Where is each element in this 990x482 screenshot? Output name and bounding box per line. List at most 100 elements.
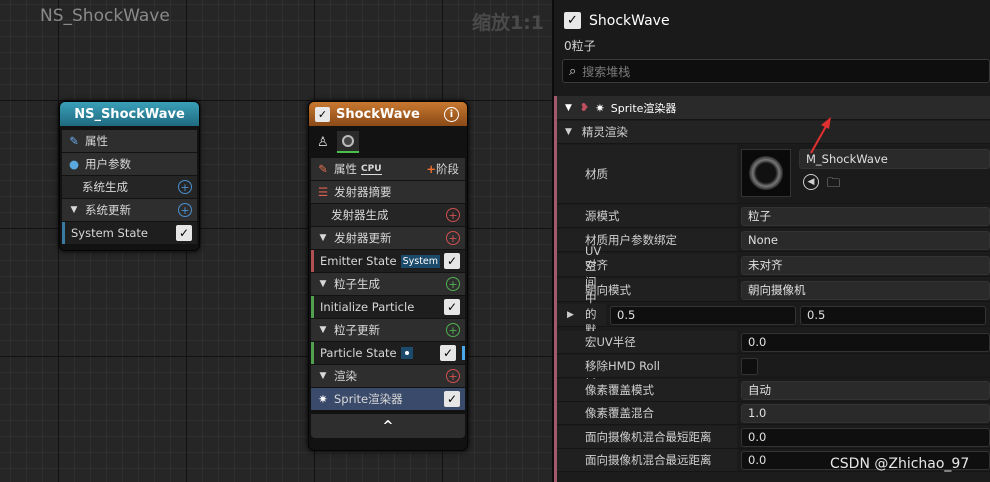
property-value-field[interactable]: 1.0	[741, 403, 990, 423]
blue-marker	[462, 346, 465, 360]
property-label: UV空间中的默认轴点	[557, 244, 606, 385]
collapse-button[interactable]: ^	[311, 414, 465, 438]
property-row: 对齐 未对齐	[557, 254, 990, 277]
material-thumbnail[interactable]	[741, 149, 791, 197]
emitter-spawn-row[interactable]: 发射器生成 +	[311, 204, 465, 226]
details-stack: ▼ ❥ ✷ Sprite渲染器 ▼ 精灵渲染 材质 M_ShockWave ◀ …	[554, 96, 990, 482]
property-value-field[interactable]: 朝向摄像机	[741, 280, 990, 300]
add-module-icon[interactable]: +	[446, 231, 460, 245]
emitter-thumbnail-bar: ♙	[309, 126, 467, 158]
initialize-particle-module[interactable]: Initialize Particle ✓	[311, 296, 465, 318]
chevron-up-icon: ^	[382, 418, 394, 434]
red-arrow-annotation	[810, 117, 831, 154]
emitter-node-header[interactable]: ✓ ShockWave i	[309, 102, 467, 126]
particle-update-label: 粒子更新	[334, 323, 380, 337]
property-label: 像素覆盖混合	[557, 402, 737, 424]
particle-spawn-row[interactable]: ▼ 粒子生成 +	[311, 273, 465, 295]
property-row: 像素覆盖混合 1.0	[557, 402, 990, 425]
pivot-v-field[interactable]: 0.5	[800, 305, 986, 325]
material-label: 材质	[557, 145, 737, 203]
add-module-icon[interactable]: +	[446, 277, 460, 291]
emitter-summary-row[interactable]: ☰ 发射器摘要	[311, 181, 465, 203]
particle-state-checkbox[interactable]: ✓	[440, 345, 456, 361]
user-params-label: 用户参数	[85, 157, 131, 171]
system-tag: System	[400, 254, 441, 268]
property-value-field[interactable]: 未对齐	[741, 255, 990, 275]
system-update-row[interactable]: ▼ 系统更新 +	[62, 199, 197, 221]
emitter-properties-row[interactable]: ✎ 属性 CPU +阶段	[311, 158, 465, 180]
chevron-down-icon[interactable]: ▼	[317, 233, 329, 243]
emitter-thumbnail[interactable]	[336, 131, 359, 153]
add-module-icon[interactable]: +	[446, 208, 460, 222]
property-value-field[interactable]: 粒子	[741, 206, 990, 226]
info-icon[interactable]: i	[444, 107, 459, 122]
property-row: UV空间中的默认轴点0.50.5▶	[557, 244, 990, 385]
property-row: 朝向模式 朝向摄像机	[557, 279, 990, 302]
section-header[interactable]: ▼ ❥ ✷ Sprite渲染器	[557, 96, 990, 120]
system-properties-label: 属性	[85, 134, 108, 148]
zoom-indicator: 缩放1:1	[471, 12, 544, 34]
user-params-row[interactable]: ● 用户参数	[62, 153, 197, 175]
pivot-u-field[interactable]: 0.5	[610, 305, 796, 325]
sprite-renderer-module[interactable]: ✷ Sprite渲染器 ✓	[311, 388, 465, 410]
emitter-update-row[interactable]: ▼ 发射器更新 +	[311, 227, 465, 249]
chevron-down-icon[interactable]: ▼	[317, 371, 329, 381]
chevron-down-icon[interactable]: ▼	[68, 205, 80, 215]
property-value-field[interactable]: 自动	[741, 380, 990, 400]
system-node-header[interactable]: NS_ShockWave	[60, 102, 199, 126]
list-icon: ☰	[317, 185, 329, 199]
pencil-icon: ✎	[69, 134, 79, 148]
emitter-enabled-checkbox[interactable]: ✓	[315, 106, 330, 122]
render-label: 渲染	[334, 369, 357, 383]
property-label: 宏UV半径	[557, 331, 737, 353]
emitter-properties-icon[interactable]: ♙	[317, 135, 329, 150]
particle-state-module[interactable]: Particle State ✓	[311, 342, 465, 364]
add-module-icon[interactable]: +	[446, 369, 460, 383]
property-value-field[interactable]: None	[741, 230, 990, 250]
add-module-icon[interactable]: +	[178, 203, 192, 217]
add-module-icon[interactable]: +	[178, 180, 192, 194]
property-label: 移除HMD Roll	[557, 355, 737, 377]
property-label: 源模式	[557, 205, 737, 227]
sprite-renderer-checkbox[interactable]: ✓	[444, 391, 460, 407]
system-node[interactable]: NS_ShockWave ✎ 属性 ● 用户参数 系统生成 + ▼ 系统更新 +…	[59, 101, 200, 251]
user-icon: ●	[68, 157, 80, 171]
watermark: CSDN @Zhichao_97	[830, 456, 970, 472]
use-selected-icon[interactable]: ◀	[803, 174, 819, 190]
pencil-icon: ✎	[318, 162, 328, 176]
emitter-node[interactable]: ✓ ShockWave i ♙ ✎ 属性 CPU +阶段 ☰ 发射器摘要 发射器…	[308, 101, 468, 451]
emitter-summary-label: 发射器摘要	[334, 185, 392, 199]
chevron-down-icon[interactable]: ▼	[565, 103, 572, 113]
chevron-down-icon[interactable]: ▼	[317, 279, 329, 289]
chevron-down-icon[interactable]: ▼	[317, 325, 329, 335]
add-module-icon[interactable]: +	[446, 323, 460, 337]
property-value-field[interactable]: 0.0	[741, 332, 990, 352]
system-properties-row[interactable]: ✎ 属性	[62, 130, 197, 152]
property-value-field[interactable]: 0.0	[741, 427, 990, 447]
search-placeholder: 搜索堆栈	[582, 64, 631, 79]
sparkle-icon: ✷	[595, 100, 605, 115]
property-row: 面向摄像机混合最短距离 0.0	[557, 426, 990, 449]
particle-update-row[interactable]: ▼ 粒子更新 +	[311, 319, 465, 341]
material-row: 材质 M_ShockWave ◀ 🗀	[557, 117, 990, 204]
emitter-enable-checkbox[interactable]: ✓	[564, 12, 581, 29]
emitter-state-checkbox[interactable]: ✓	[444, 253, 460, 269]
system-state-module[interactable]: System State ✓	[62, 222, 197, 244]
stack-search-input[interactable]: ⌕ 搜索堆栈	[562, 59, 990, 83]
system-spawn-row[interactable]: 系统生成 +	[62, 176, 197, 198]
remove-hmd-roll-checkbox[interactable]	[741, 357, 758, 375]
chevron-down-icon[interactable]: ▼	[565, 127, 572, 137]
browse-folder-icon[interactable]: 🗀	[827, 174, 840, 196]
system-state-checkbox[interactable]: ✓	[176, 225, 192, 241]
subsection-header[interactable]: ▼ 精灵渲染	[557, 121, 990, 144]
add-stage-button[interactable]: +阶段	[426, 161, 459, 177]
initialize-particle-checkbox[interactable]: ✓	[444, 299, 460, 315]
subsection-title: 精灵渲染	[581, 125, 628, 139]
system-state-label: System State	[71, 226, 148, 240]
niagara-graph[interactable]: NS_ShockWave 缩放1:1 NS_ShockWave ✎ 属性 ● 用…	[0, 0, 552, 482]
property-label: 朝向模式	[557, 279, 737, 301]
chevron-right-icon[interactable]: ▶	[567, 310, 574, 320]
render-row[interactable]: ▼ 渲染 +	[311, 365, 465, 387]
emitter-state-module[interactable]: Emitter State System ✓	[311, 250, 465, 272]
property-row: 材质用户参数绑定 None	[557, 229, 990, 252]
